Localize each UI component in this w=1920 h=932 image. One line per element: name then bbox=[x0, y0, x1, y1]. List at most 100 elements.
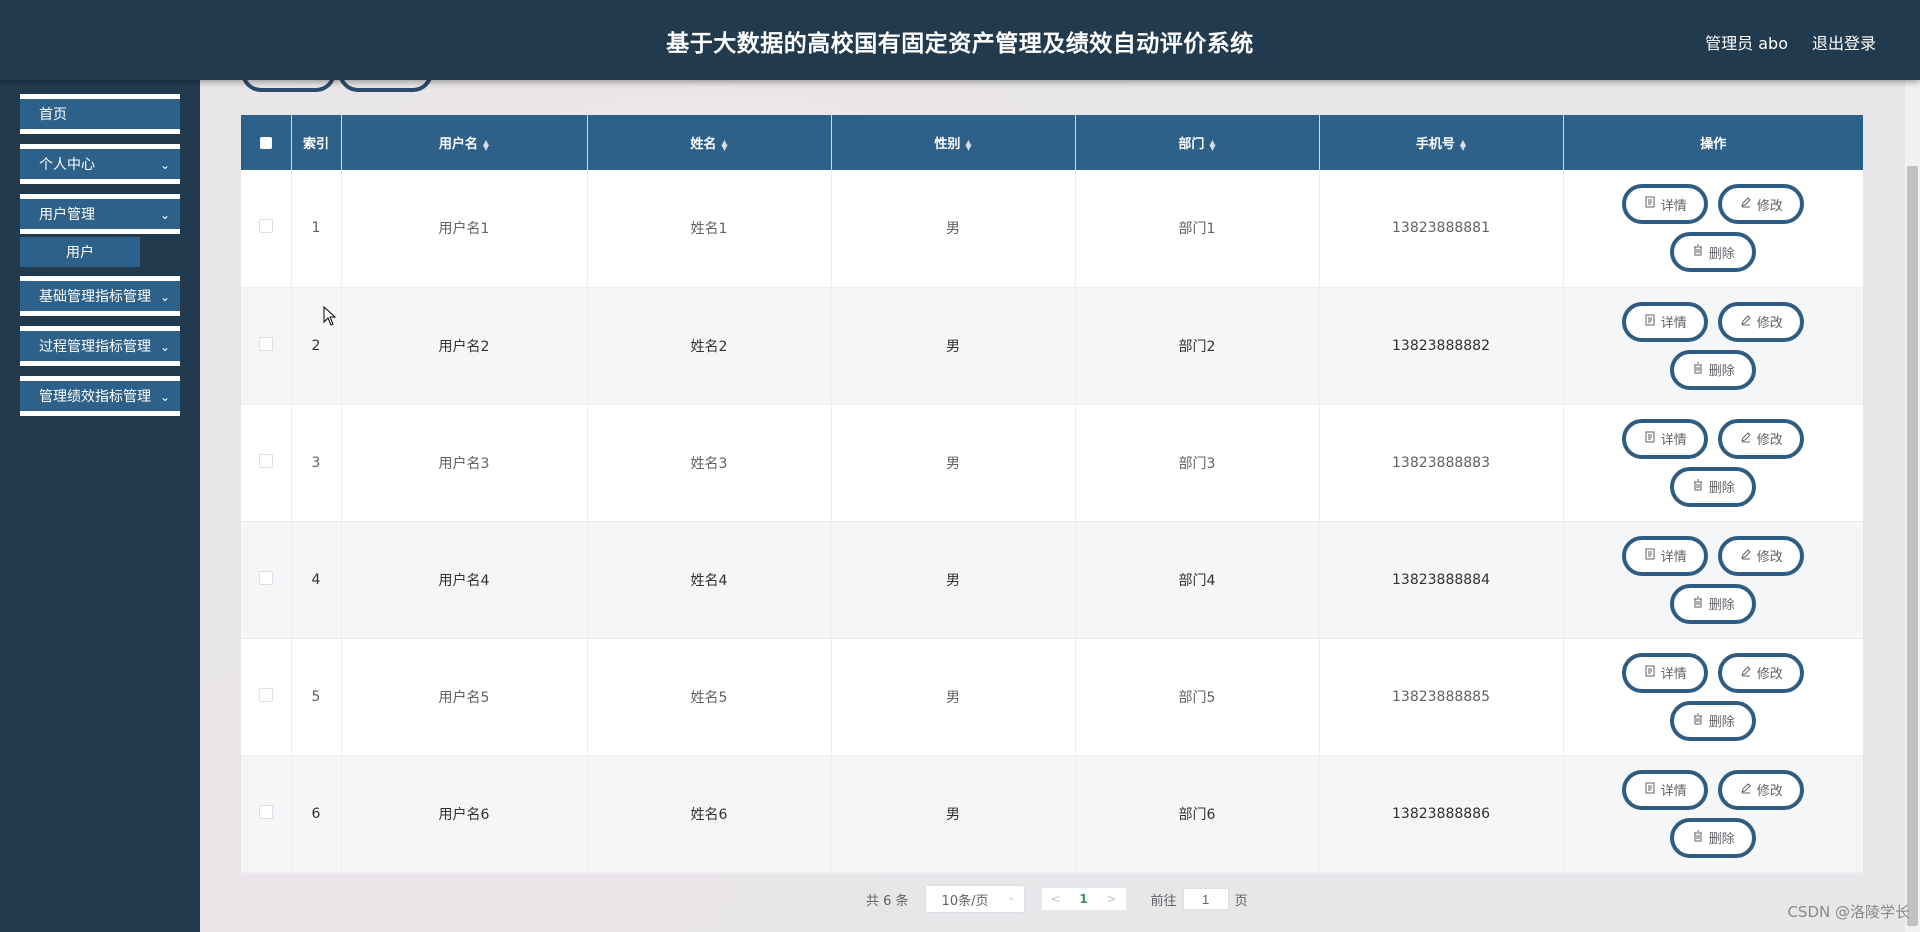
row-checkbox[interactable] bbox=[241, 521, 292, 639]
logout-button[interactable]: 退出登录 bbox=[1812, 30, 1876, 54]
cell-username: 用户名3 bbox=[341, 404, 588, 522]
edit-button[interactable]: 修改 bbox=[1718, 652, 1805, 693]
detail-button[interactable]: 详情 bbox=[1622, 418, 1709, 459]
column-header-gender[interactable]: 性别 ▲ ▼ bbox=[831, 115, 1076, 170]
row-checkbox[interactable] bbox=[241, 755, 292, 873]
row-checkbox[interactable] bbox=[241, 287, 292, 405]
sidebar-item-home[interactable]: 首页 bbox=[20, 94, 180, 134]
sort-icon[interactable]: ▲ ▼ bbox=[1209, 138, 1215, 151]
edit-icon bbox=[1740, 548, 1752, 564]
detail-button[interactable]: 详情 bbox=[1622, 769, 1709, 810]
chevron-down-icon: ⌄ bbox=[159, 208, 170, 222]
cell-name: 姓名5 bbox=[587, 638, 832, 756]
cell-name: 姓名1 bbox=[587, 170, 832, 288]
trash-icon bbox=[1692, 713, 1704, 729]
mouse-cursor-icon bbox=[323, 306, 337, 326]
document-icon bbox=[1644, 431, 1656, 447]
column-header-index: 索引 bbox=[291, 115, 342, 170]
trash-icon bbox=[1692, 362, 1704, 378]
detail-button[interactable]: 详情 bbox=[1622, 184, 1709, 225]
document-icon bbox=[1644, 196, 1656, 212]
cell-name: 姓名6 bbox=[587, 755, 832, 873]
delete-button[interactable]: 删除 bbox=[1670, 817, 1757, 858]
detail-button[interactable]: 详情 bbox=[1622, 301, 1709, 342]
sidebar-item-process-indicators[interactable]: 过程管理指标管理 ⌄ bbox=[20, 326, 180, 366]
cell-phone: 13823888885 bbox=[1319, 638, 1564, 756]
delete-button[interactable]: 删除 bbox=[1670, 466, 1757, 507]
delete-button[interactable]: 删除 bbox=[1670, 700, 1757, 741]
cell-index: 3 bbox=[291, 404, 342, 522]
table-header-row: 索引 用户名 ▲ ▼ 姓名 ▲ ▼ 性别 ▲ ▼ 部门 ▲ ▼ 手机号 ▲ ▼ 操作 bbox=[241, 115, 1863, 170]
table-row: 1 用户名1 姓名1 男部门1 13823888881 详情 修改 删除 bbox=[241, 170, 1863, 288]
delete-button[interactable]: 删除 bbox=[1670, 349, 1757, 390]
chevron-down-icon: ⌄ bbox=[159, 158, 170, 172]
sort-icon[interactable]: ▲ ▼ bbox=[965, 138, 971, 151]
column-header-department[interactable]: 部门 ▲ ▼ bbox=[1075, 115, 1320, 170]
cell-gender: 男 bbox=[831, 521, 1076, 639]
sort-icon[interactable]: ▲ ▼ bbox=[721, 138, 727, 151]
column-header-name[interactable]: 姓名 ▲ ▼ bbox=[587, 115, 832, 170]
column-header-phone[interactable]: 手机号 ▲ ▼ bbox=[1319, 115, 1564, 170]
goto-page-input[interactable] bbox=[1182, 888, 1229, 910]
page-size-select[interactable]: 10条/页 ⌄ bbox=[924, 885, 1025, 913]
scrollbar-thumb[interactable] bbox=[1907, 166, 1918, 926]
document-icon bbox=[1644, 548, 1656, 564]
cell-index: 5 bbox=[291, 638, 342, 756]
prev-page-button[interactable]: < bbox=[1042, 892, 1070, 906]
sidebar-item-label: 管理绩效指标管理 bbox=[39, 389, 151, 405]
document-icon bbox=[1644, 665, 1656, 681]
detail-button[interactable]: 详情 bbox=[1622, 535, 1709, 576]
cell-username: 用户名1 bbox=[341, 170, 588, 288]
sort-icon[interactable]: ▲ ▼ bbox=[483, 138, 489, 151]
sidebar-subitem-users[interactable]: 用户 bbox=[20, 237, 140, 267]
scrollbar[interactable] bbox=[1905, 80, 1920, 932]
detail-button[interactable]: 详情 bbox=[1622, 652, 1709, 693]
chevron-down-icon: ⌄ bbox=[159, 390, 170, 404]
sidebar-item-performance-indicators[interactable]: 管理绩效指标管理 ⌄ bbox=[20, 376, 180, 416]
header-actions: 管理员 abo 退出登录 bbox=[1705, 30, 1876, 54]
document-icon bbox=[1644, 314, 1656, 330]
trash-icon bbox=[1692, 830, 1704, 846]
edit-button[interactable]: 修改 bbox=[1718, 418, 1805, 459]
cell-department: 部门1 bbox=[1075, 170, 1320, 288]
sidebar-item-label: 过程管理指标管理 bbox=[39, 339, 151, 355]
edit-icon bbox=[1740, 665, 1752, 681]
table-row: 2 用户名2 姓名2 男部门2 13823888882 详情 修改删除 bbox=[241, 287, 1863, 405]
sidebar-item-user-management[interactable]: 用户管理 ⌄ bbox=[20, 194, 180, 234]
cell-index: 6 bbox=[291, 755, 342, 873]
sidebar-item-profile[interactable]: 个人中心 ⌄ bbox=[20, 144, 180, 184]
document-icon bbox=[1644, 782, 1656, 798]
trash-icon bbox=[1692, 479, 1704, 495]
chevron-down-icon: ⌄ bbox=[159, 290, 170, 304]
header: 基于大数据的高校国有固定资产管理及绩效自动评价系统 管理员 abo 退出登录 bbox=[0, 0, 1920, 80]
cell-index: 2 bbox=[291, 287, 342, 405]
cell-department: 部门5 bbox=[1075, 638, 1320, 756]
cell-gender: 男 bbox=[831, 287, 1076, 405]
page-number-current[interactable]: 1 bbox=[1070, 892, 1098, 906]
delete-button[interactable]: 删除 bbox=[1670, 232, 1757, 273]
cell-actions: 详情 修改删除 bbox=[1563, 170, 1863, 288]
next-page-button[interactable]: > bbox=[1098, 892, 1126, 906]
cell-name: 姓名2 bbox=[587, 287, 832, 405]
cell-name: 姓名3 bbox=[587, 404, 832, 522]
sort-icon[interactable]: ▲ ▼ bbox=[1460, 138, 1466, 151]
edit-button[interactable]: 修改 bbox=[1718, 535, 1805, 576]
row-checkbox[interactable] bbox=[241, 638, 292, 756]
cell-gender: 男 bbox=[831, 755, 1076, 873]
cell-username: 用户名2 bbox=[341, 287, 588, 405]
sidebar-item-basic-indicators[interactable]: 基础管理指标管理 ⌄ bbox=[20, 276, 180, 316]
edit-button[interactable]: 修改 bbox=[1718, 769, 1805, 810]
edit-button[interactable]: 修改 bbox=[1718, 301, 1805, 342]
row-checkbox[interactable] bbox=[241, 404, 292, 522]
delete-button[interactable]: 删除 bbox=[1670, 583, 1757, 624]
edit-button[interactable]: 修改 bbox=[1718, 184, 1805, 225]
cell-department: 部门4 bbox=[1075, 521, 1320, 639]
cell-phone: 13823888882 bbox=[1319, 287, 1564, 405]
column-header-username[interactable]: 用户名 ▲ ▼ bbox=[341, 115, 588, 170]
cell-department: 部门2 bbox=[1075, 287, 1320, 405]
row-checkbox[interactable] bbox=[241, 170, 292, 288]
select-all-checkbox[interactable] bbox=[241, 115, 292, 170]
table-row: 5 用户名5 姓名5 男部门5 13823888885 详情 修改 删除 bbox=[241, 638, 1863, 756]
user-label: 管理员 abo bbox=[1705, 34, 1788, 53]
cell-gender: 男 bbox=[831, 638, 1076, 756]
